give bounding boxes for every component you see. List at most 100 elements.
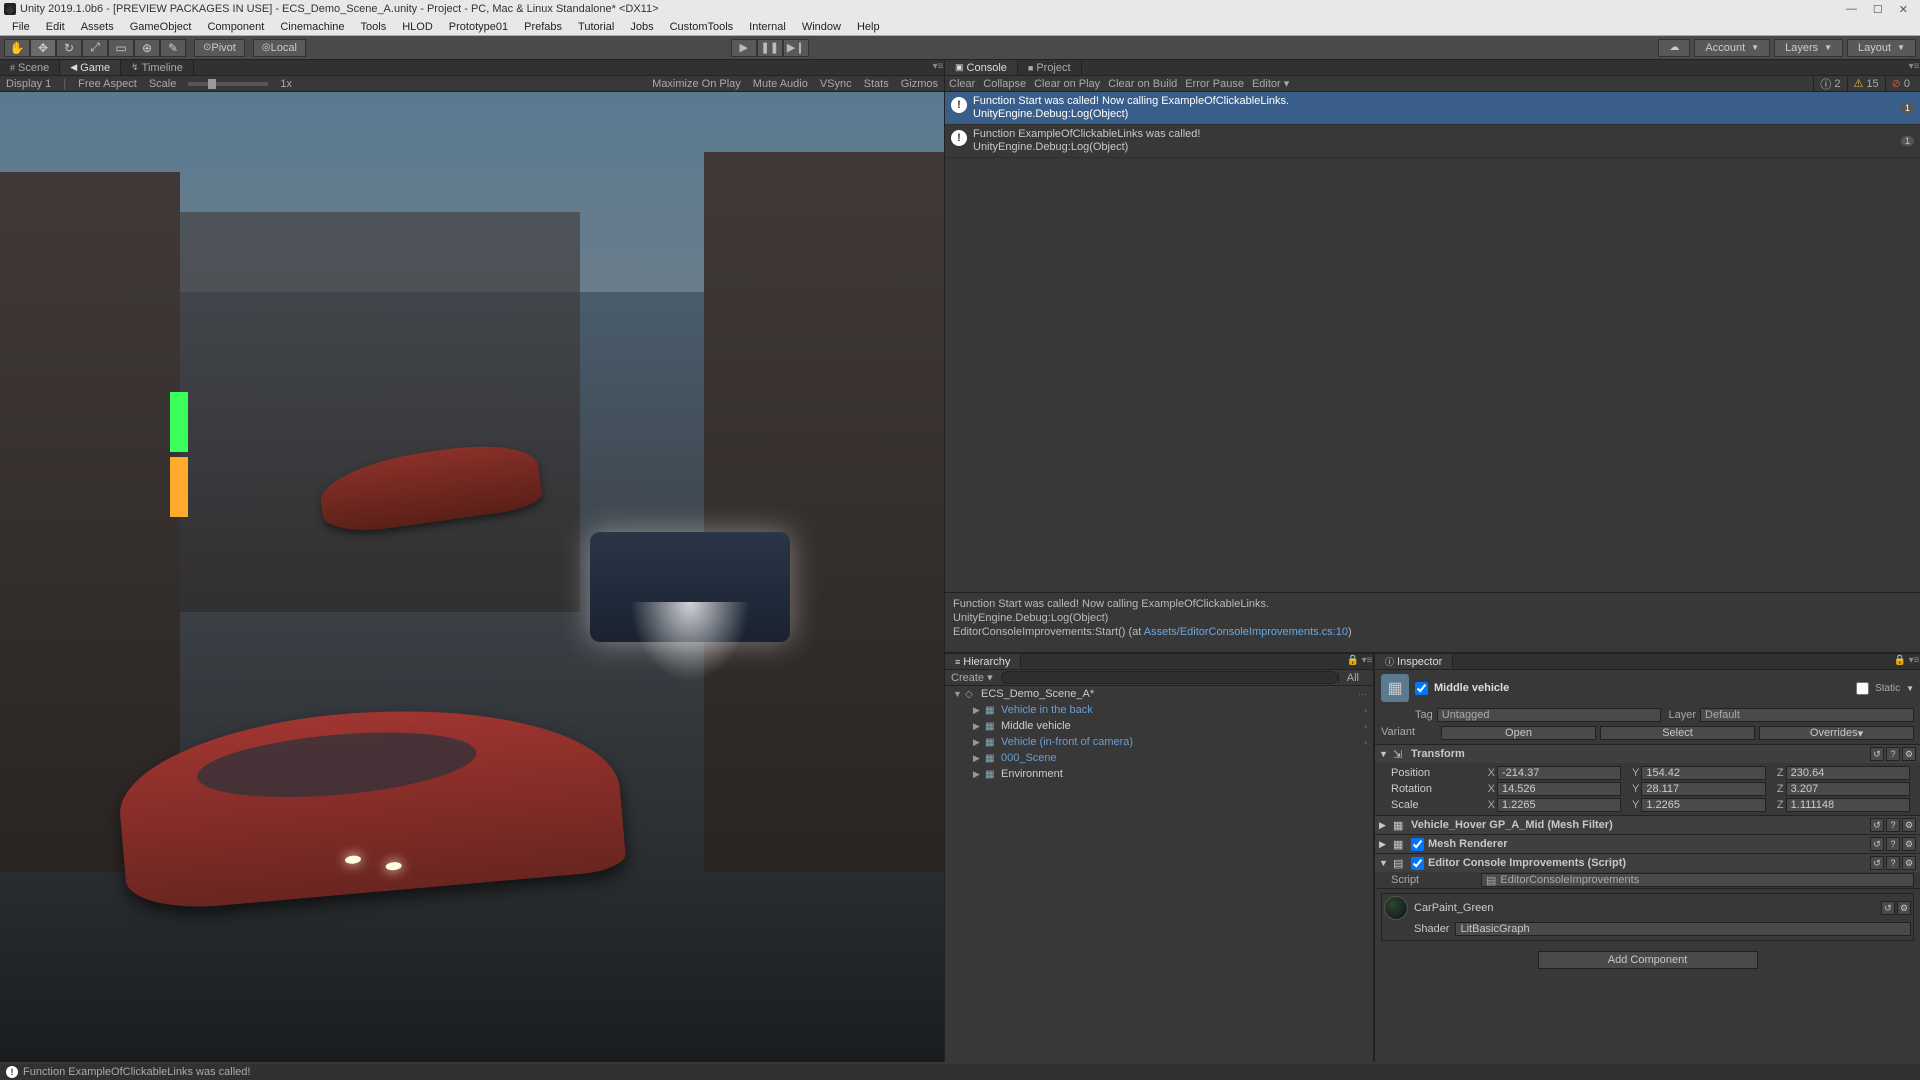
menu-jobs[interactable]: Jobs — [622, 19, 661, 35]
info-count-badge[interactable]: 2 — [1813, 76, 1846, 92]
menu-component[interactable]: Component — [199, 19, 272, 35]
component-help-icon[interactable]: ? — [1886, 856, 1900, 870]
clear-button[interactable]: Clear — [949, 78, 975, 90]
hierarchy-item[interactable]: ▶▦Environment — [945, 766, 1373, 782]
rot-y-field[interactable]: 28.117 — [1641, 782, 1765, 796]
rotate-tool-icon[interactable]: ↻ — [56, 39, 82, 57]
tab-inspector[interactable]: ⓘInspector — [1375, 654, 1453, 669]
mute-toggle[interactable]: Mute Audio — [753, 78, 808, 90]
panel-lock-icon[interactable]: 🔒 — [1894, 654, 1906, 666]
tab-timeline[interactable]: ↯Timeline — [121, 60, 194, 75]
panel-menu-icon[interactable]: ▾≡ — [1908, 60, 1920, 72]
menu-prototype[interactable]: Prototype01 — [441, 19, 516, 35]
menu-help[interactable]: Help — [849, 19, 888, 35]
panel-menu-icon[interactable]: ▾≡ — [1908, 654, 1920, 666]
cloud-button[interactable]: ☁ — [1658, 39, 1690, 57]
shader-dropdown[interactable]: LitBasicGraph — [1455, 922, 1911, 936]
layout-dropdown[interactable]: Layout▼ — [1847, 39, 1916, 57]
gameobject-icon[interactable]: ▦ — [1381, 674, 1409, 702]
error-pause-toggle[interactable]: Error Pause — [1185, 78, 1244, 90]
component-reset-icon[interactable]: ↺ — [1870, 837, 1884, 851]
tab-game[interactable]: ◀Game — [60, 60, 121, 75]
component-enable-checkbox[interactable] — [1411, 857, 1424, 870]
component-header[interactable]: ▶ ▦ Vehicle_Hover GP_A_Mid (Mesh Filter)… — [1375, 816, 1920, 834]
active-checkbox[interactable] — [1415, 682, 1428, 695]
scl-y-field[interactable]: 1.2265 — [1641, 798, 1765, 812]
component-reset-icon[interactable]: ↺ — [1870, 747, 1884, 761]
menu-assets[interactable]: Assets — [73, 19, 122, 35]
clear-on-build-toggle[interactable]: Clear on Build — [1108, 78, 1177, 90]
hierarchy-search[interactable] — [1001, 671, 1338, 684]
script-reference-field[interactable]: ▤EditorConsoleImprovements — [1481, 873, 1914, 887]
hierarchy-scene-root[interactable]: ▼◇ECS_Demo_Scene_A* ⋯ — [945, 686, 1373, 702]
material-preview-icon[interactable] — [1384, 896, 1408, 920]
component-reset-icon[interactable]: ↺ — [1881, 901, 1895, 915]
tab-project[interactable]: ■Project — [1018, 60, 1082, 75]
hand-tool-icon[interactable]: ✋ — [4, 39, 30, 57]
clear-on-play-toggle[interactable]: Clear on Play — [1034, 78, 1100, 90]
close-icon[interactable]: ✕ — [1899, 3, 1908, 16]
menu-file[interactable]: File — [4, 19, 38, 35]
rot-x-field[interactable]: 14.526 — [1497, 782, 1621, 796]
component-menu-icon[interactable]: ⚙ — [1897, 901, 1911, 915]
tag-dropdown[interactable]: Untagged — [1437, 708, 1661, 722]
component-help-icon[interactable]: ? — [1886, 837, 1900, 851]
component-menu-icon[interactable]: ⚙ — [1902, 837, 1916, 851]
scale-slider[interactable] — [188, 82, 268, 86]
scl-x-field[interactable]: 1.2265 — [1497, 798, 1621, 812]
play-button[interactable]: ▶ — [731, 39, 757, 57]
menu-window[interactable]: Window — [794, 19, 849, 35]
game-view[interactable] — [0, 92, 944, 1062]
component-header[interactable]: ▼ ▤ Editor Console Improvements (Script)… — [1375, 854, 1920, 872]
material-name[interactable]: CarPaint_Green — [1414, 902, 1875, 914]
hierarchy-item[interactable]: ▶▦000_Scene — [945, 750, 1373, 766]
console-entry[interactable]: ! Function Start was called! Now calling… — [945, 92, 1920, 125]
move-tool-icon[interactable]: ✥ — [30, 39, 56, 57]
layer-dropdown[interactable]: Default — [1700, 708, 1914, 722]
panel-lock-icon[interactable]: 🔒 — [1347, 654, 1359, 666]
scale-tool-icon[interactable]: ⤢ — [82, 39, 108, 57]
custom-tool-icon[interactable]: ✎ — [160, 39, 186, 57]
hierarchy-item[interactable]: ▶▦Vehicle in the back› — [945, 702, 1373, 718]
menu-hlod[interactable]: HLOD — [394, 19, 441, 35]
menu-tutorial[interactable]: Tutorial — [570, 19, 622, 35]
component-header[interactable]: ▼ ⇲ Transform ↺?⚙ — [1375, 745, 1920, 763]
prefab-overrides-dropdown[interactable]: Overrides ▾ — [1759, 726, 1914, 740]
component-menu-icon[interactable]: ⚙ — [1902, 747, 1916, 761]
tab-hierarchy[interactable]: ≡Hierarchy — [945, 654, 1021, 669]
component-menu-icon[interactable]: ⚙ — [1902, 856, 1916, 870]
pos-x-field[interactable]: -214.37 — [1497, 766, 1621, 780]
tab-console[interactable]: ▣Console — [945, 60, 1018, 75]
warn-count-badge[interactable]: 15 — [1847, 76, 1885, 92]
menu-tools[interactable]: Tools — [353, 19, 395, 35]
collapse-toggle[interactable]: Collapse — [983, 78, 1026, 90]
scene-menu-icon[interactable]: ⋯ — [1358, 689, 1367, 700]
component-help-icon[interactable]: ? — [1886, 818, 1900, 832]
menu-gameobject[interactable]: GameObject — [122, 19, 200, 35]
gizmos-dropdown[interactable]: Gizmos — [901, 78, 938, 90]
component-header[interactable]: ▶ ▦ Mesh Renderer ↺?⚙ — [1375, 835, 1920, 853]
status-bar[interactable]: ! Function ExampleOfClickableLinks was c… — [0, 1064, 1920, 1080]
transform-tool-icon[interactable]: ⊕ — [134, 39, 160, 57]
static-checkbox[interactable] — [1856, 682, 1869, 695]
prefab-select-button[interactable]: Select — [1600, 726, 1755, 740]
menu-cinemachine[interactable]: Cinemachine — [272, 19, 352, 35]
object-name[interactable]: Middle vehicle — [1434, 682, 1850, 694]
pause-button[interactable]: ❚❚ — [757, 39, 783, 57]
hierarchy-item[interactable]: ▶▦Vehicle (in-front of camera)› — [945, 734, 1373, 750]
aspect-dropdown[interactable]: Free Aspect — [78, 78, 137, 90]
panel-menu-icon[interactable]: ▾≡ — [932, 60, 944, 72]
menu-customtools[interactable]: CustomTools — [662, 19, 742, 35]
menu-internal[interactable]: Internal — [741, 19, 794, 35]
tab-scene[interactable]: #Scene — [0, 60, 60, 75]
component-menu-icon[interactable]: ⚙ — [1902, 818, 1916, 832]
pivot-button[interactable]: ⊙ Pivot — [194, 39, 245, 57]
stats-toggle[interactable]: Stats — [864, 78, 889, 90]
rect-tool-icon[interactable]: ▭ — [108, 39, 134, 57]
pos-z-field[interactable]: 230.64 — [1786, 766, 1910, 780]
pos-y-field[interactable]: 154.42 — [1641, 766, 1765, 780]
component-reset-icon[interactable]: ↺ — [1870, 818, 1884, 832]
scl-z-field[interactable]: 1.111148 — [1786, 798, 1910, 812]
account-dropdown[interactable]: Account▼ — [1694, 39, 1770, 57]
console-entry[interactable]: ! Function ExampleOfClickableLinks was c… — [945, 125, 1920, 158]
